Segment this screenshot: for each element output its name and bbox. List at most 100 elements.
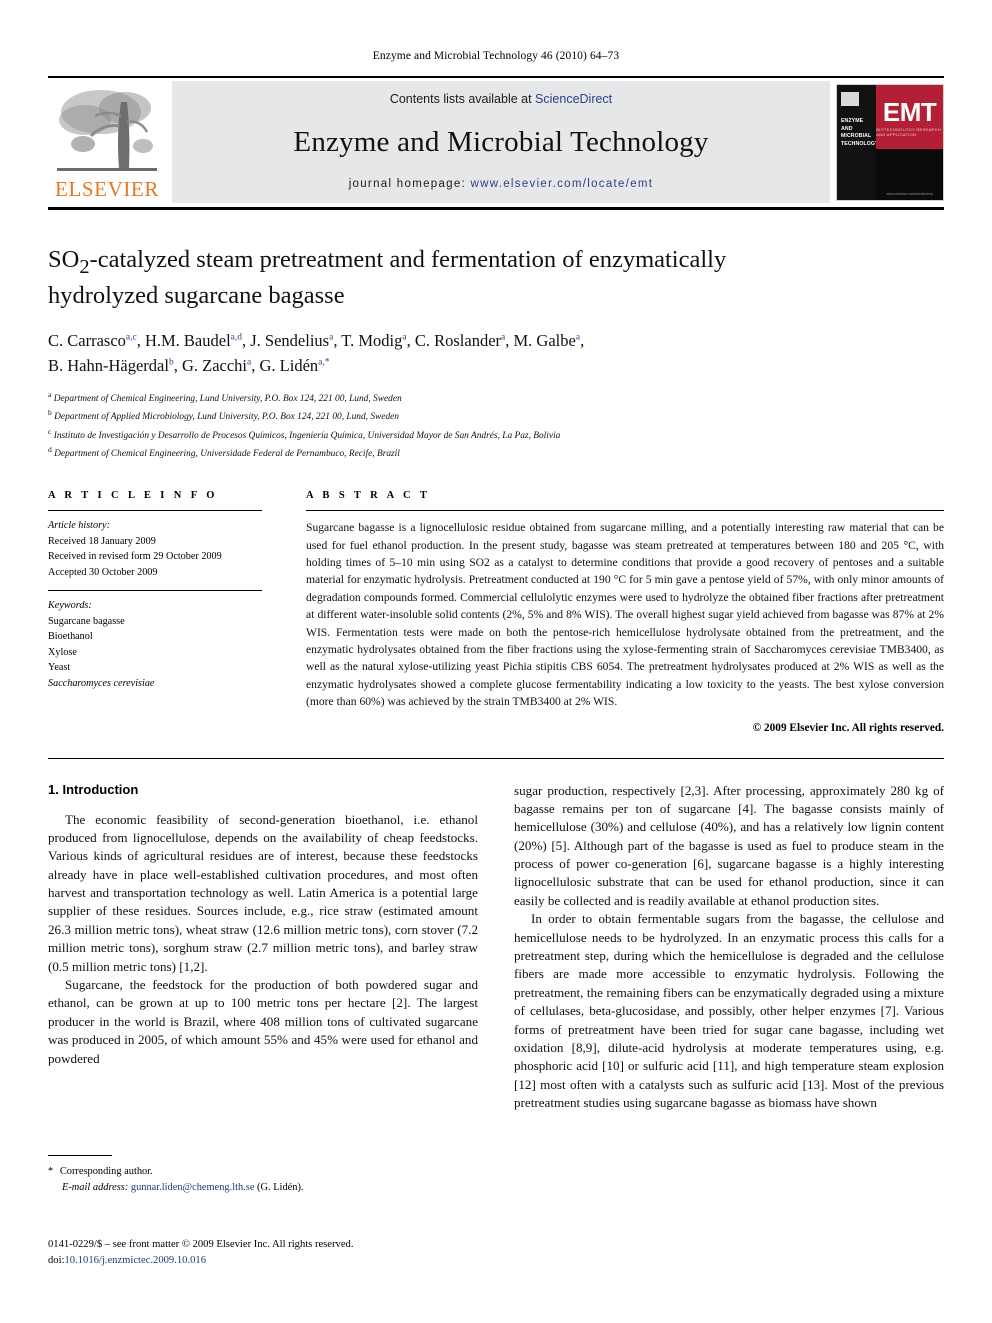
- paragraph: sugar production, respectively [2,3]. Af…: [514, 782, 944, 908]
- title-text-b: -catalyzed steam pretreatment and fermen…: [48, 246, 727, 310]
- author: C. Carrascoa,c: [48, 331, 137, 350]
- asterisk-icon: *: [48, 1166, 58, 1177]
- author: C. Roslandera: [415, 331, 505, 350]
- info-abstract-region: A R T I C L E I N F O Article history: R…: [48, 490, 944, 743]
- affiliation: d Department of Chemical Engineering, Un…: [48, 444, 944, 462]
- affiliation-marker: c: [48, 426, 52, 436]
- affiliation-text: Department of Applied Microbiology, Lund…: [54, 412, 399, 423]
- author-name: H.M. Baudel: [144, 331, 231, 351]
- title-subscript: 2: [79, 255, 90, 278]
- abstract-text: Sugarcane bagasse is a lignocellulosic r…: [306, 521, 944, 709]
- doi-line: doi:10.1016/j.enzmictec.2009.10.016: [48, 1253, 508, 1269]
- corresponding-author-text: Corresponding author.: [59, 1166, 153, 1177]
- elsevier-wordmark: ELSEVIER: [55, 177, 159, 201]
- affiliation-text: Department of Chemical Engineering, Univ…: [54, 448, 400, 459]
- history-item: Accepted 30 October 2009: [48, 566, 158, 578]
- paragraph: In order to obtain fermentable sugars fr…: [514, 911, 944, 1111]
- author: T. Modiga: [341, 331, 406, 350]
- author: H.M. Baudela,d: [145, 331, 242, 350]
- email-owner: (G. Lidén).: [257, 1181, 304, 1193]
- cover-journal-name: ENZYME AND MICROBIAL TECHNOLOGY: [841, 118, 879, 147]
- article-title: SO2-catalyzed steam pretreatment and fer…: [48, 244, 838, 312]
- section-divider: [48, 757, 944, 759]
- footnote-rule: [48, 1155, 112, 1156]
- imprint-block: 0141-0229/$ – see front matter © 2009 El…: [48, 1237, 508, 1270]
- homepage-url-link[interactable]: www.elsevier.com/locate/emt: [471, 178, 654, 190]
- author-list: C. Carrascoa,c, H.M. Baudela,d, J. Sende…: [48, 331, 585, 375]
- affiliation-list: a Department of Chemical Engineering, Lu…: [48, 389, 944, 462]
- email-label: E-mail address:: [62, 1181, 129, 1193]
- homepage-label: journal homepage:: [348, 178, 471, 190]
- affiliation: b Department of Applied Microbiology, Lu…: [48, 407, 944, 425]
- article-history-label: Article history:: [48, 520, 110, 532]
- affiliation-text: Instituto de Investigación y Desarrollo …: [53, 430, 561, 441]
- journal-title: Enzyme and Microbial Technology: [293, 125, 709, 158]
- cover-url: www.elsevier.com/locate/emt: [886, 192, 933, 196]
- cover-right-panel: EMT BIOTECHNOLOGY RESEARCH AND APPLICATI…: [876, 85, 943, 200]
- paragraph: Sugarcane, the feedstock for the product…: [48, 977, 478, 1066]
- author-affil-marker: a,d: [230, 332, 243, 343]
- cover-issn-box: [841, 92, 859, 106]
- body-column-left: 1. Introduction The economic feasibility…: [48, 782, 478, 1113]
- keyword-item: Sugarcane bagasse: [48, 615, 125, 627]
- email-link[interactable]: gunnar.liden@chemeng.lth.se: [131, 1182, 255, 1193]
- article-info-column: A R T I C L E I N F O Article history: R…: [48, 490, 280, 733]
- email-note: E-mail address: gunnar.liden@chemeng.lth…: [48, 1180, 478, 1196]
- elsevier-tree-icon: [55, 82, 159, 178]
- author-name: C. Carrasco: [48, 331, 126, 351]
- author-name: B. Hahn-Hägerdal: [48, 355, 169, 375]
- keyword-item-italic: Saccharomyces cerevisiae: [48, 677, 155, 689]
- affiliation-marker: d: [48, 444, 52, 454]
- author-name: C. Roslander: [414, 331, 502, 351]
- journal-cover-thumbnail: ENZYME AND MICROBIAL TECHNOLOGY EMT BIOT…: [836, 84, 944, 201]
- abstract-heading: A B S T R A C T: [306, 490, 431, 502]
- keyword-item: Bioethanol: [48, 631, 93, 643]
- article-info-heading: A R T I C L E I N F O: [48, 490, 218, 502]
- history-item: Received in revised form 29 October 2009: [48, 551, 222, 563]
- doi-link[interactable]: 10.1016/j.enzmictec.2009.10.016: [64, 1255, 206, 1266]
- affiliation-marker: a: [48, 389, 52, 399]
- keyword-item: Xylose: [48, 646, 77, 658]
- cover-left-panel: ENZYME AND MICROBIAL TECHNOLOGY: [837, 85, 879, 200]
- corresponding-author-note: * Corresponding author.: [48, 1164, 478, 1180]
- author-affil-marker: a: [501, 332, 506, 343]
- author: G. Zacchia: [182, 356, 251, 375]
- author-name: M. Galbe: [513, 331, 576, 351]
- author: B. Hahn-Hägerdalb: [48, 356, 174, 375]
- corresponding-author-marker: a,*: [318, 357, 330, 368]
- sciencedirect-link[interactable]: ScienceDirect: [535, 92, 612, 106]
- journal-homepage-line: journal homepage: www.elsevier.com/locat…: [349, 178, 654, 190]
- author: J. Sendeliusa: [250, 331, 333, 350]
- doi-label: doi:: [48, 1255, 65, 1267]
- body-columns: 1. Introduction The economic feasibility…: [48, 782, 944, 1113]
- author-affil-marker: a,c: [125, 332, 137, 343]
- title-block: SO2-catalyzed steam pretreatment and fer…: [48, 210, 944, 462]
- author: G. Lidéna,*: [260, 356, 330, 375]
- keywords-group: Keywords: Sugarcane bagasse Bioethanol X…: [48, 591, 262, 701]
- article-history-group: Article history: Received 18 January 200…: [48, 511, 262, 590]
- author-affil-marker: a: [247, 357, 252, 368]
- author-name: G. Zacchi: [181, 355, 248, 375]
- journal-band: Contents lists available at ScienceDirec…: [172, 81, 830, 203]
- contents-available-line: Contents lists available at ScienceDirec…: [390, 92, 612, 106]
- journal-masthead: ELSEVIER Contents lists available at Sci…: [48, 76, 944, 210]
- affiliation-marker: b: [48, 408, 52, 418]
- article-page: Enzyme and Microbial Technology 46 (2010…: [0, 0, 992, 1323]
- author-affil-marker: a: [329, 332, 334, 343]
- author-name: J. Sendelius: [250, 331, 330, 351]
- title-text-a: SO: [48, 246, 80, 273]
- keywords-label: Keywords:: [48, 600, 92, 612]
- author: M. Galbea: [514, 331, 581, 350]
- body-column-right: sugar production, respectively [2,3]. Af…: [514, 782, 944, 1113]
- abstract-copyright: © 2009 Elsevier Inc. All rights reserved…: [752, 721, 944, 734]
- contents-prefix: Contents lists available at: [389, 92, 536, 106]
- affiliation-text: Department of Chemical Engineering, Lund…: [53, 393, 402, 404]
- elsevier-logo: ELSEVIER: [48, 78, 166, 207]
- front-matter-line: 0141-0229/$ – see front matter © 2009 El…: [48, 1239, 354, 1250]
- cover-acronym: EMT: [882, 97, 937, 127]
- author-affil-marker: b: [168, 357, 174, 368]
- abstract-column: A B S T R A C T Sugarcane bagasse is a l…: [280, 490, 944, 734]
- cover-tagline: BIOTECHNOLOGY RESEARCH AND APPLICATION: [876, 127, 941, 138]
- author-affil-marker: a: [575, 332, 581, 343]
- running-head: Enzyme and Microbial Technology 46 (2010…: [372, 50, 620, 62]
